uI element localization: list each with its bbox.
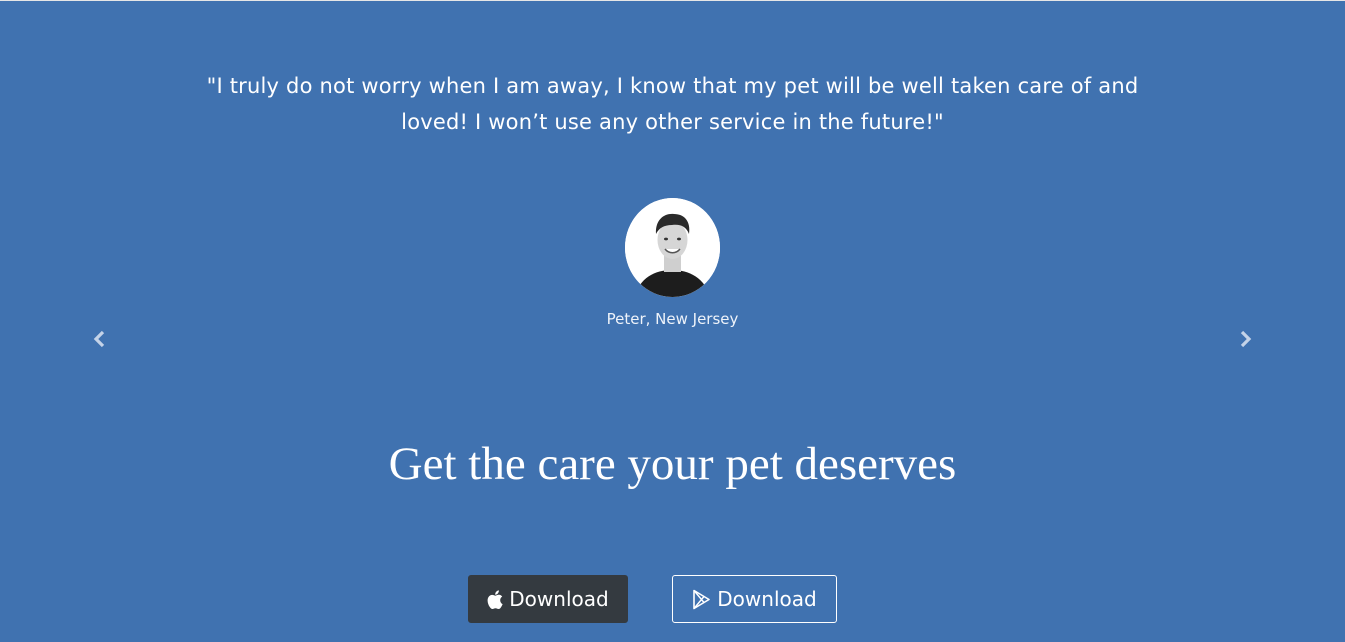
google-play-download-label: Download [717,587,817,611]
chevron-left-icon [93,330,105,348]
carousel-next-button[interactable] [1233,326,1259,352]
google-play-icon [692,589,711,610]
apple-icon [487,589,503,609]
avatar [625,198,720,297]
carousel-prev-button[interactable] [86,326,112,352]
testimonial-carousel: "I truly do not worry when I am away, I … [0,0,1345,410]
testimonial-quote: "I truly do not worry when I am away, I … [206,74,1139,134]
google-play-download-button[interactable]: Download [672,575,837,623]
testimonial-author: Peter, New Jersey [606,310,739,328]
app-store-download-button[interactable]: Download [468,575,628,623]
chevron-right-icon [1240,330,1252,348]
avatar-photo [625,198,720,297]
cta-headline: Get the care your pet deserves [388,438,957,490]
app-store-download-label: Download [509,587,609,611]
